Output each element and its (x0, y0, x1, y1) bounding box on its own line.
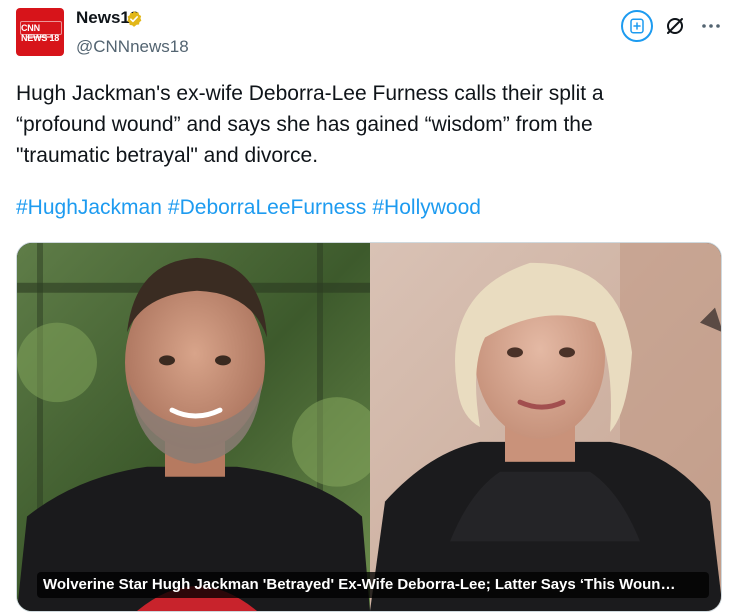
tweet-text: Hugh Jackman's ex-wife Deborra-Lee Furne… (16, 82, 604, 167)
grok-icon[interactable] (663, 14, 687, 38)
news-subscribe-button[interactable] (621, 10, 653, 42)
hashtag-hughjackman[interactable]: #HughJackman (16, 196, 162, 219)
tweet-media[interactable]: Wolverine Star Hugh Jackman 'Betrayed' E… (16, 242, 722, 612)
author-handle[interactable]: @CNNnews18 (76, 37, 189, 57)
deborra-lee-furness-photo[interactable] (370, 243, 722, 611)
hashtag-hollywood[interactable]: #Hollywood (372, 196, 481, 219)
tweet-hashtags: #HughJackman #DeborraLeeFurness #Hollywood (16, 196, 487, 220)
news-subscribe-icon (630, 18, 644, 34)
more-icon[interactable] (699, 14, 723, 38)
hashtag-deborraleefurness[interactable]: #DeborraLeeFurness (168, 196, 366, 219)
media-caption: Wolverine Star Hugh Jackman 'Betrayed' E… (37, 572, 709, 598)
tweet-actions (621, 10, 723, 42)
verified-badge-icon[interactable] (125, 10, 143, 28)
logo-subline (27, 36, 53, 38)
logo-text: CNN NEWS 18 (21, 23, 60, 43)
author-avatar[interactable]: CNN NEWS 18 (16, 8, 64, 56)
hugh-jackman-photo[interactable] (17, 243, 370, 611)
